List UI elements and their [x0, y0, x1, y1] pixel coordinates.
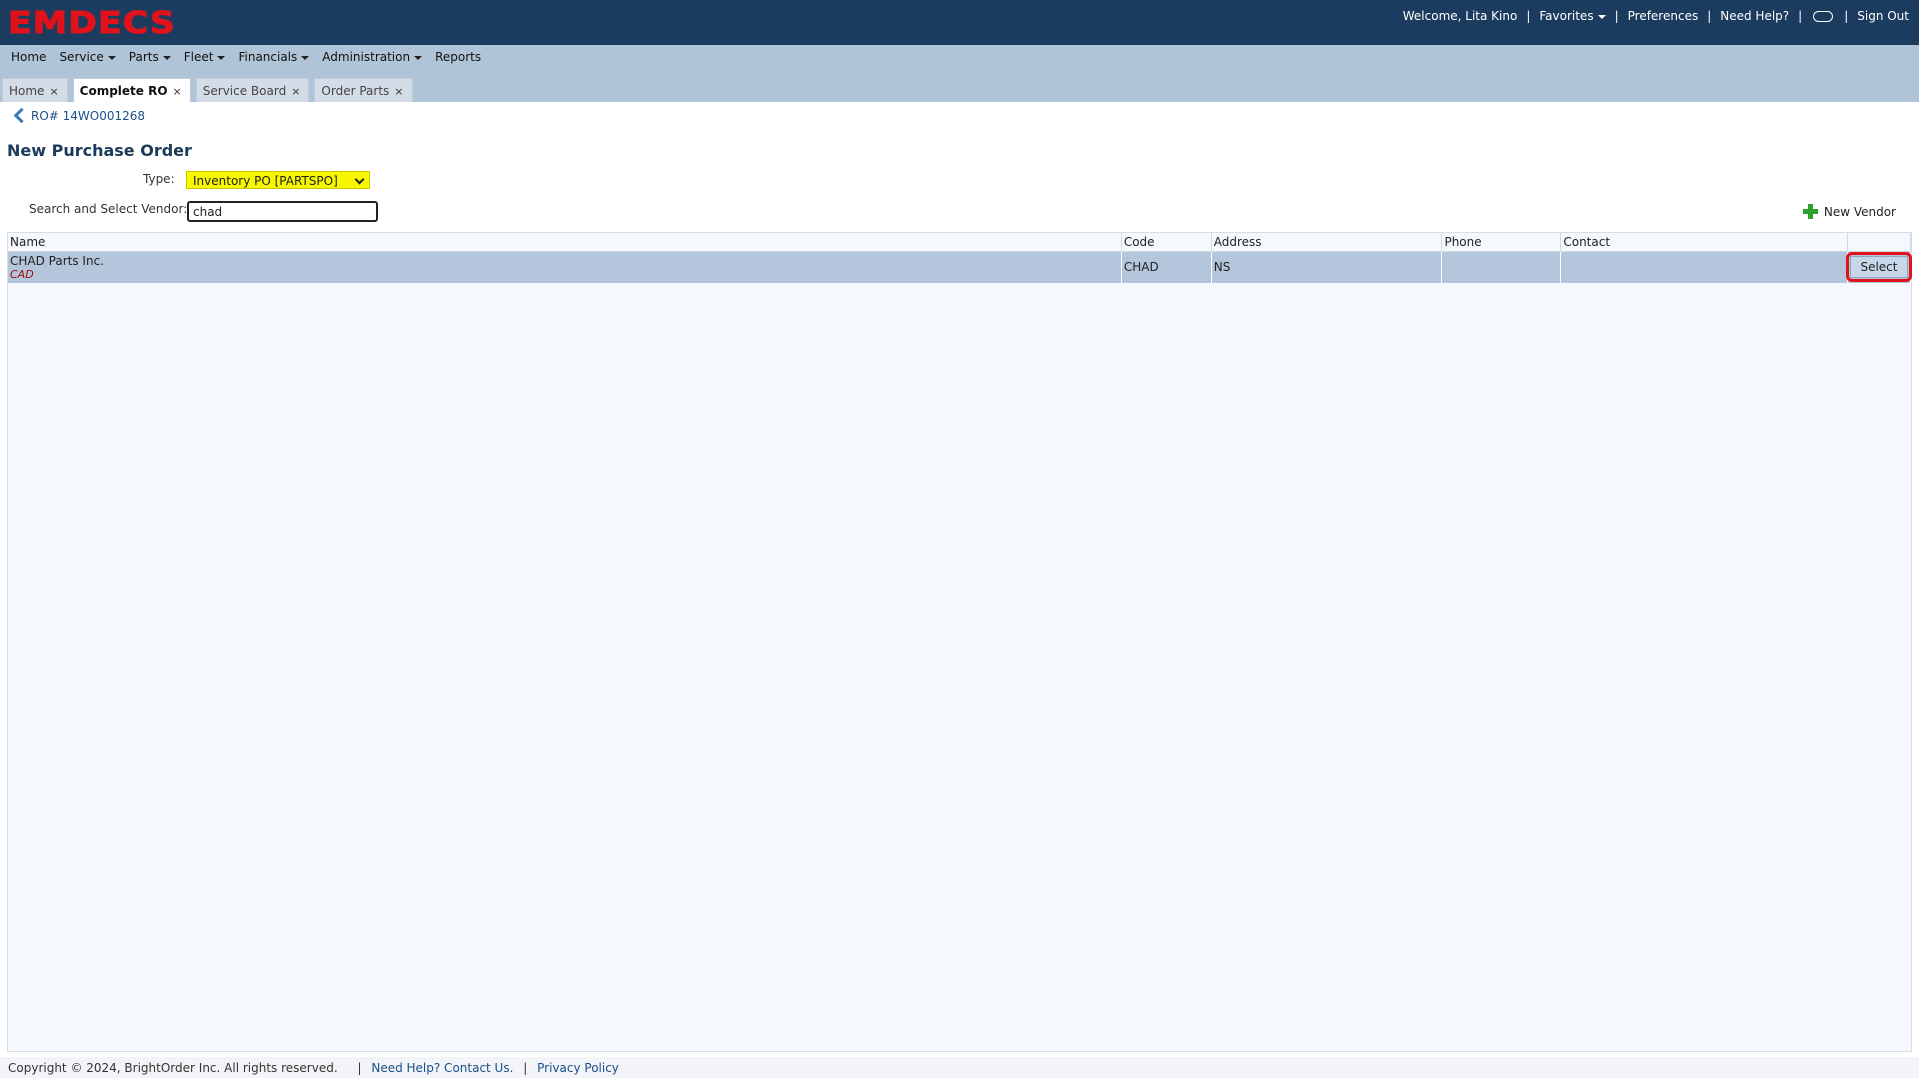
close-icon[interactable]: ×: [291, 85, 300, 98]
copyright-text: Copyright © 2024, BrightOrder Inc. All r…: [8, 1061, 338, 1075]
menu-parts[interactable]: Parts: [129, 50, 171, 64]
close-icon[interactable]: ×: [394, 85, 403, 98]
select-vendor-button[interactable]: Select: [1846, 252, 1912, 283]
back-link[interactable]: RO# 14WO001268: [13, 108, 145, 124]
vendor-currency: CAD: [10, 267, 34, 281]
plus-icon: [1802, 204, 1818, 219]
top-header: EMDECS Welcome, Lita Kino | Favorites | …: [0, 0, 1919, 45]
main-nav: Home Service Parts Fleet Financials Admi…: [11, 50, 494, 64]
emdecs-logo[interactable]: EMDECS: [7, 6, 176, 42]
vendor-name: CHAD Parts Inc.: [10, 253, 104, 268]
need-help-link[interactable]: Need Help?: [1720, 9, 1789, 23]
ro-number: RO# 14WO001268: [31, 109, 146, 123]
new-vendor-button[interactable]: New Vendor: [1802, 204, 1896, 219]
chevron-down-icon: [414, 55, 423, 60]
vendor-name-cell: CHAD Parts Inc. CAD: [8, 251, 1122, 283]
vendor-action-cell: Select: [1846, 251, 1912, 283]
vendor-search-label: Search and Select Vendor:: [29, 202, 188, 216]
menu-reports[interactable]: Reports: [435, 50, 481, 64]
type-label: Type:: [143, 172, 175, 186]
main-content: RO# 14WO001268 New Purchase Order Type: …: [0, 102, 1919, 1057]
tab-complete-ro[interactable]: Complete RO ×: [72, 78, 191, 102]
column-contact[interactable]: Contact: [1560, 233, 1848, 252]
tab-service-board[interactable]: Service Board ×: [195, 78, 310, 102]
chat-icon[interactable]: [1813, 10, 1834, 22]
vendor-search-input[interactable]: [187, 201, 378, 222]
vendor-phone: [1441, 251, 1562, 283]
back-arrow-icon: [13, 108, 25, 124]
chevron-down-icon: [162, 55, 171, 60]
menu-home[interactable]: Home: [11, 50, 46, 64]
column-name[interactable]: Name: [8, 233, 1122, 252]
tab-home[interactable]: Home ×: [2, 78, 68, 102]
menu-service[interactable]: Service: [59, 50, 116, 64]
welcome-text: Welcome, Lita Kino: [1402, 9, 1518, 23]
menu-administration[interactable]: Administration: [322, 50, 423, 64]
type-selected-value: Inventory PO [PARTSPO]: [193, 174, 338, 188]
privacy-policy-link[interactable]: Privacy Policy: [537, 1061, 619, 1075]
vendor-table: Name Code Address Phone Contact CHAD Par…: [7, 232, 1912, 1052]
vendor-contact: [1560, 251, 1848, 283]
chevron-down-icon: [217, 55, 226, 60]
help-contact-link[interactable]: Need Help? Contact Us.: [371, 1061, 513, 1075]
chevron-down-icon: [301, 55, 310, 60]
chevron-down-icon: [1597, 14, 1606, 19]
tab-order-parts[interactable]: Order Parts ×: [314, 78, 413, 102]
page-title: New Purchase Order: [7, 141, 192, 160]
chevron-down-icon: [354, 174, 365, 185]
favorites-menu[interactable]: Favorites: [1539, 9, 1606, 23]
menu-bar: Home Service Parts Fleet Financials Admi…: [0, 45, 1919, 102]
table-header: Name Code Address Phone Contact: [8, 233, 1912, 252]
type-select[interactable]: Inventory PO [PARTSPO]: [186, 171, 370, 189]
vendor-code: CHAD: [1121, 251, 1212, 283]
footer: Copyright © 2024, BrightOrder Inc. All r…: [0, 1057, 1919, 1078]
chevron-down-icon: [107, 55, 116, 60]
close-icon[interactable]: ×: [173, 85, 182, 98]
column-action: [1847, 233, 1912, 252]
vendor-address: NS: [1211, 251, 1443, 283]
sign-out-link[interactable]: Sign Out: [1857, 9, 1909, 23]
menu-fleet[interactable]: Fleet: [184, 50, 226, 64]
close-icon[interactable]: ×: [49, 85, 58, 98]
column-code[interactable]: Code: [1121, 233, 1212, 252]
preferences-link[interactable]: Preferences: [1628, 9, 1699, 23]
column-address[interactable]: Address: [1211, 233, 1443, 252]
tab-strip: Home × Complete RO × Service Board × Order …: [2, 78, 418, 102]
top-links: Welcome, Lita Kino | Favorites | Prefere…: [1402, 9, 1909, 23]
menu-financials[interactable]: Financials: [238, 50, 310, 64]
table-row[interactable]: CHAD Parts Inc. CAD CHAD NS Select: [8, 251, 1912, 283]
column-phone[interactable]: Phone: [1441, 233, 1562, 252]
